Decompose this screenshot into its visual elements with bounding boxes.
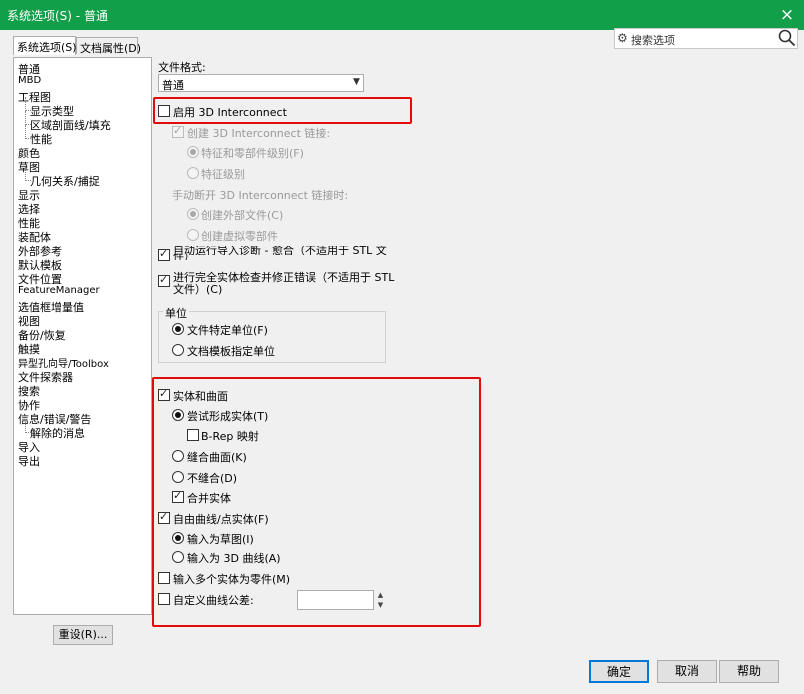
close-button[interactable]: × [770,0,804,30]
knit-surface-label: 缝合曲面(K) [187,451,247,464]
no-knit-radio[interactable] [172,471,184,483]
full-entity-check-label-line2: 文件）(C) [173,283,223,296]
import-as-sketch-radio[interactable] [172,532,184,544]
feature-level-label: 特征级别 [201,168,245,181]
options-tree: 普通 MBD 工程图 显示类型 区域剖面线/填充 性能 颜色 草图 几何关系/捕… [13,57,152,615]
chevron-up-icon[interactable]: ▲ [375,590,386,600]
enable-3d-interconnect-checkbox[interactable] [158,105,170,117]
nav-item-relations-snaps[interactable]: 几何关系/捕捉 [25,167,100,189]
enable-3d-interconnect-label: 启用 3D Interconnect [173,106,287,119]
title-bar [0,0,804,30]
custom-tolerance-input[interactable] [297,590,374,610]
import-as-3d-curve-label: 输入为 3D 曲线(A) [187,552,281,565]
import-as-3d-curve-radio[interactable] [172,551,184,563]
close-icon: × [779,5,795,25]
template-units-radio[interactable] [172,344,184,356]
free-curve-checkbox[interactable] [158,510,170,524]
create-link-checkbox[interactable] [172,124,184,138]
tolerance-spinner[interactable]: ▲ ▼ [375,590,386,610]
nav-item-mbd[interactable]: MBD [18,75,41,86]
file-format-label: 文件格式: [158,61,206,74]
feature-part-level-radio[interactable] [187,146,199,158]
nav-item-hole-wizard-toolbox[interactable]: 异型孔向导/Toolbox [18,355,109,370]
custom-tolerance-checkbox[interactable] [158,593,170,605]
knit-surface-radio[interactable] [172,450,184,462]
break-link-label: 手动断开 3D Interconnect 链接时: [172,189,349,202]
file-specific-units-label: 文件特定单位(F) [187,324,268,337]
try-form-solid-label: 尝试形成实体(T) [187,410,269,423]
create-virtual-part-radio[interactable] [187,229,199,241]
no-knit-label: 不缝合(D) [187,472,238,485]
create-external-file-radio[interactable] [187,208,199,220]
brep-map-checkbox[interactable] [187,429,199,441]
ok-button[interactable]: 确定 [589,660,649,683]
import-as-sketch-label: 输入为草图(I) [187,533,254,546]
window-title: 系统选项(S) - 普通 [7,9,108,23]
search-icon[interactable] [778,29,796,47]
merge-solid-label: 合并实体 [187,492,231,505]
try-form-solid-radio[interactable] [172,409,184,421]
template-units-label: 文档模板指定单位 [187,345,275,358]
tab-label: 文档属性(D) [80,42,142,55]
nav-item-featuremanager[interactable]: FeatureManager [18,285,100,296]
feature-part-level-label: 特征和零部件级别(F) [201,147,304,160]
solid-surface-checkbox[interactable] [158,387,170,401]
solid-surface-label: 实体和曲面 [173,390,228,403]
merge-solid-checkbox[interactable] [172,489,184,503]
custom-tolerance-label: 自定义曲线公差: [173,594,254,607]
cancel-button[interactable]: 取消 [657,660,717,683]
tab-document-properties[interactable]: 文档属性(D) [76,37,142,55]
auto-diagnostics-label: 自动运行导入诊断 - 愈合（不适用于 STL 文 [173,246,387,255]
gear-icon: ⚙ [617,31,628,45]
auto-diagnostics-checkbox[interactable] [158,247,170,261]
full-entity-check-checkbox[interactable] [158,273,170,287]
create-external-file-label: 创建外部文件(C) [201,209,284,222]
search-placeholder: 搜索选项 [631,34,675,47]
multi-body-part-checkbox[interactable] [158,572,170,584]
nav-item-export[interactable]: 导出 [18,453,40,469]
tab-system-options[interactable]: 系统选项(S) [13,36,77,55]
tab-label: 系统选项(S) [17,41,77,54]
create-link-label: 创建 3D Interconnect 链接: [187,127,331,140]
multi-body-part-label: 输入多个实体为零件(M) [173,573,291,586]
chevron-down-icon[interactable]: ▼ [375,600,386,610]
brep-map-label: B-Rep 映射 [201,430,259,443]
feature-level-radio[interactable] [187,167,199,179]
help-button[interactable]: 帮助 [719,660,779,683]
file-specific-units-radio[interactable] [172,323,184,335]
free-curve-label: 自由曲线/点实体(F) [173,513,269,526]
units-group-title: 单位 [163,305,189,321]
reset-button[interactable]: 重设(R)... [53,625,113,645]
file-format-select[interactable]: 普通 [158,74,364,92]
chevron-down-icon: ▼ [353,77,360,87]
auto-diagnostics-label-line2: 件） [173,254,195,260]
file-format-value: 普通 [162,79,184,92]
create-virtual-part-label: 创建虚拟零部件 [201,230,278,243]
